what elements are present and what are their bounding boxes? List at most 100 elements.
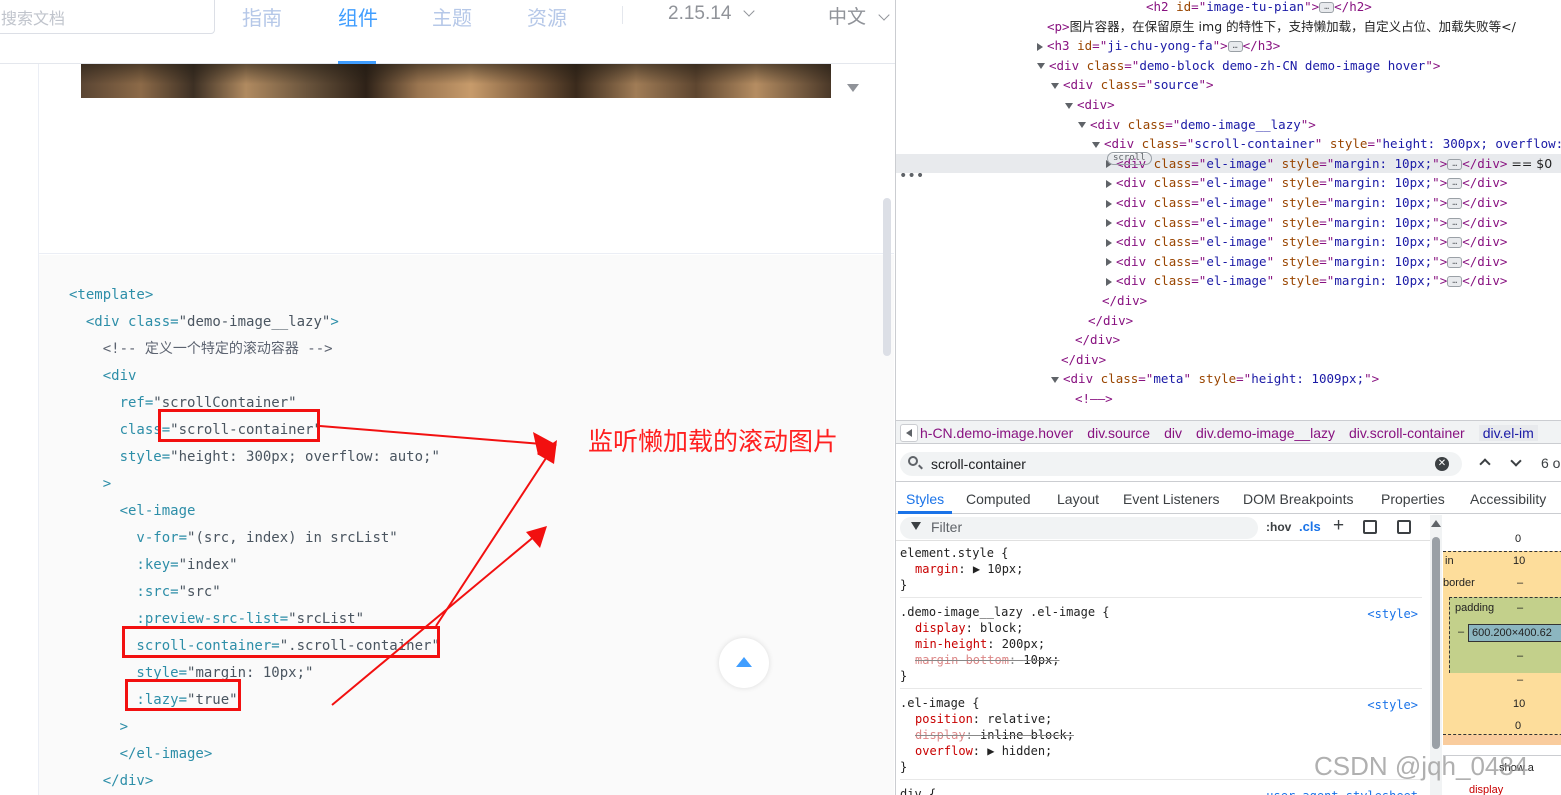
breadcrumb-scroll-left-icon[interactable] — [900, 424, 918, 442]
expand-ellipsis-icon[interactable]: … — [1447, 178, 1463, 190]
css-rule[interactable]: div {user agent stylesheet — [900, 786, 1422, 795]
collapse-triangle-icon[interactable] — [1065, 102, 1073, 109]
breadcrumb-item[interactable]: div.source — [1087, 425, 1150, 441]
expand-ellipsis-icon[interactable]: … — [1447, 158, 1463, 170]
hov-toggle[interactable]: :hov — [1266, 520, 1291, 534]
expand-ellipsis-icon[interactable]: … — [1447, 217, 1463, 229]
expand-triangle-icon[interactable] — [1037, 42, 1043, 51]
new-rule-icon[interactable]: + — [1333, 515, 1344, 537]
tab-layout[interactable]: Layout — [1057, 491, 1099, 507]
dom-node[interactable]: <div class="demo-image__lazy"> — [896, 115, 1561, 134]
expand-triangle-icon[interactable] — [1106, 238, 1112, 247]
dom-node[interactable]: <div class="el-image" style="margin: 10p… — [896, 271, 1561, 290]
border-bottom-value[interactable]: – — [1517, 674, 1523, 686]
toggle-sidebar-icon[interactable] — [1397, 520, 1411, 534]
clear-search-icon[interactable]: ✕ — [1435, 457, 1449, 471]
styles-scroll-thumb[interactable] — [1432, 537, 1440, 749]
dom-node[interactable]: <div class="scroll-container" style="hei… — [896, 134, 1561, 153]
css-declaration[interactable]: position: relative; — [900, 711, 1422, 727]
rule-source-link[interactable]: user agent stylesheet — [1266, 788, 1418, 795]
display-property: display — [1469, 784, 1504, 795]
css-declaration[interactable]: display: inline-block; — [900, 727, 1422, 743]
dom-node[interactable]: <div> — [896, 95, 1561, 114]
breadcrumb-item[interactable]: div.demo-image__lazy — [1196, 425, 1335, 441]
expand-ellipsis-icon[interactable]: … — [1447, 256, 1463, 268]
collapse-triangle-icon[interactable] — [1092, 141, 1100, 148]
css-selector[interactable]: .el-image { — [900, 695, 1422, 711]
dom-node[interactable]: </div> — [896, 330, 1561, 349]
next-match-icon[interactable] — [1510, 455, 1522, 467]
tab-computed[interactable]: Computed — [966, 491, 1031, 507]
dom-node[interactable]: <div class="el-image" style="margin: 10p… — [896, 173, 1561, 192]
expand-ellipsis-icon[interactable]: … — [1227, 41, 1243, 53]
dom-node[interactable]: <h3 id="ji-chu-yong-fa">… </h3> — [896, 36, 1561, 55]
tab-dom-breakpoints[interactable]: DOM Breakpoints — [1243, 491, 1353, 507]
active-tab-underline — [898, 511, 952, 514]
css-rule[interactable]: .demo-image__lazy .el-image {<style> disp… — [900, 604, 1422, 689]
css-selector[interactable]: .demo-image__lazy .el-image { — [900, 604, 1422, 620]
dom-node[interactable]: <div class="el-image" style="margin: 10p… — [896, 213, 1561, 232]
margin-value[interactable]: 10 — [1513, 555, 1525, 567]
collapse-triangle-icon[interactable] — [1051, 376, 1059, 383]
css-rule[interactable]: element.style {margin: ▶ 10px;} — [900, 545, 1422, 598]
expand-triangle-icon[interactable] — [1106, 199, 1112, 208]
tab-event-listeners[interactable]: Event Listeners — [1123, 491, 1220, 507]
paint-brush-icon[interactable] — [1363, 520, 1377, 534]
css-declaration[interactable]: margin-bottom: 10px; — [900, 652, 1422, 668]
expand-ellipsis-icon[interactable]: … — [1447, 198, 1463, 209]
expand-triangle-icon[interactable] — [1106, 277, 1112, 286]
dom-node[interactable]: <div class="source"> — [896, 75, 1561, 94]
dom-node[interactable]: <h2 id="image-tu-pian">… </h2> — [896, 0, 1561, 16]
box-model-content[interactable]: 600.200×400.62 — [1468, 624, 1561, 642]
expand-ellipsis-icon[interactable]: … — [1319, 2, 1335, 13]
collapse-triangle-icon[interactable] — [1078, 122, 1086, 129]
css-declaration[interactable]: display: block; — [900, 620, 1422, 636]
breadcrumb-item[interactable]: div — [1164, 425, 1182, 441]
previous-match-icon[interactable] — [1479, 458, 1491, 470]
dom-node-selected[interactable]: <div class="el-image" style="margin: 10p… — [896, 153, 1561, 173]
margin-bottom-value[interactable]: 10 — [1513, 698, 1525, 710]
arrow-line-3 — [331, 534, 537, 706]
dom-node[interactable]: </div> — [896, 350, 1561, 369]
dom-node[interactable]: <div class="el-image" style="margin: 10p… — [896, 232, 1561, 251]
tab-styles[interactable]: Styles — [906, 491, 944, 507]
tab-properties[interactable]: Properties — [1381, 491, 1445, 507]
dom-node[interactable]: <div class="el-image" style="margin: 10p… — [896, 252, 1561, 271]
expand-triangle-icon[interactable] — [1106, 179, 1112, 188]
scroll-badge[interactable]: scroll — [1107, 152, 1152, 165]
dom-node[interactable]: <div class="el-image" style="margin: 10p… — [896, 193, 1561, 212]
collapse-triangle-icon[interactable] — [1051, 82, 1059, 89]
css-declaration[interactable]: margin: ▶ 10px; — [900, 561, 1422, 577]
padding-bottom-value[interactable]: – — [1517, 650, 1523, 662]
padding-value[interactable]: – — [1517, 602, 1523, 614]
tab-accessibility[interactable]: Accessibility — [1470, 491, 1546, 507]
dom-node[interactable]: <!——> — [896, 389, 1561, 408]
expand-triangle-icon[interactable] — [1106, 258, 1112, 267]
expand-triangle-icon[interactable] — [1106, 219, 1112, 228]
scroll-up-arrow-icon[interactable] — [1431, 520, 1441, 527]
rule-source-link[interactable]: <style> — [1367, 697, 1418, 713]
border-value[interactable]: – — [1517, 577, 1523, 589]
dom-node[interactable]: <div class="meta" style="height: 1009px;… — [896, 369, 1561, 388]
cls-toggle[interactable]: .cls — [1299, 519, 1321, 534]
dom-node[interactable]: </div> — [896, 311, 1561, 330]
css-selector[interactable]: element.style { — [900, 545, 1422, 561]
devtools-panel: ••• <h2 id="image-tu-pian">… </h2> <p>图片容器… — [895, 0, 1561, 795]
docs-page: 搜索文档 指南 组件 主题 资源 2.15.14 中文 <template> <… — [0, 0, 895, 795]
margin-top-value[interactable]: 0 — [1515, 533, 1521, 545]
padding-left-value[interactable]: – — [1458, 626, 1464, 638]
watermark: CSDN @jqh_0484 — [1314, 751, 1529, 781]
expand-ellipsis-icon[interactable]: … — [1447, 276, 1463, 288]
expand-ellipsis-icon[interactable]: … — [1447, 237, 1463, 249]
back-to-top-button[interactable] — [719, 638, 769, 688]
breadcrumb-item[interactable]: div.scroll-container — [1349, 425, 1465, 441]
breadcrumb-item[interactable]: h-CN.demo-image.hover — [920, 425, 1073, 441]
breadcrumb-item[interactable]: div.el-im — [1478, 425, 1538, 441]
breadcrumb-items: h-CN.demo-image.hover div.source div div.de… — [920, 422, 1552, 443]
dom-node[interactable]: <div class="demo-block demo-zh-CN demo-i… — [896, 56, 1561, 75]
dom-node[interactable]: </div> — [896, 291, 1561, 310]
rule-source-link[interactable]: <style> — [1367, 606, 1418, 622]
collapse-triangle-icon[interactable] — [1037, 63, 1045, 70]
dom-node[interactable]: <p>图片容器，在保留原生 img 的特性下，支持懒加载，自定义占位、加载失败等… — [896, 17, 1561, 36]
css-declaration[interactable]: min-height: 200px; — [900, 636, 1422, 652]
